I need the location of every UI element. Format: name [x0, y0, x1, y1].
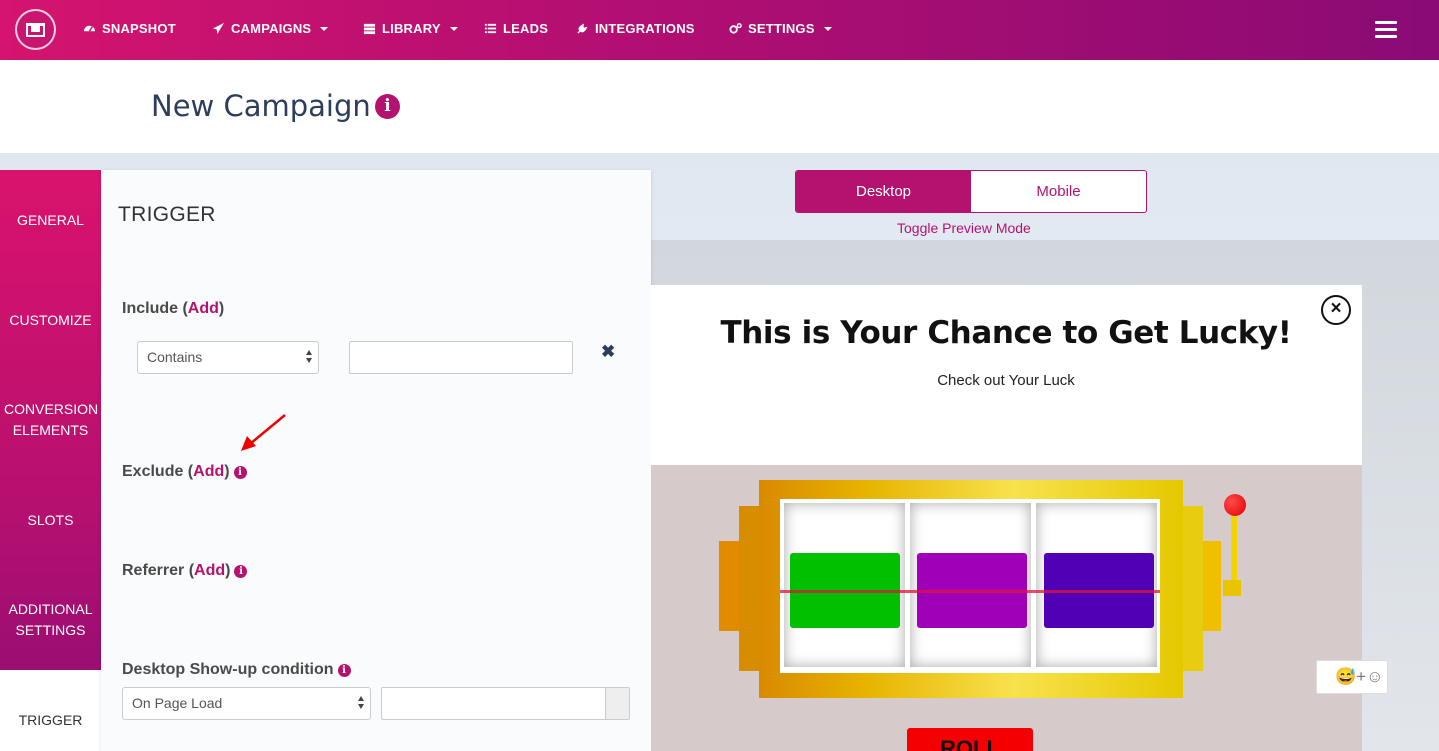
include-label: Include (Add) — [122, 300, 225, 317]
nav-settings[interactable]: SETTINGS — [729, 21, 832, 36]
nav-snapshot-label: SNAPSHOT — [102, 21, 176, 36]
slot-reel — [910, 503, 1031, 667]
popup-preview: × This is Your Chance to Get Lucky! Chec… — [651, 285, 1362, 751]
dashboard-icon — [83, 25, 96, 32]
include-url-input[interactable] — [349, 341, 573, 374]
plug-icon — [577, 23, 588, 34]
annotation-arrow-icon — [241, 414, 286, 451]
desktop-condition-label: Desktop Show-up condition i — [122, 661, 351, 679]
popup-subtitle: Check out Your Luck — [937, 372, 1075, 389]
slot-side-panel — [739, 506, 761, 671]
slot-lever-base — [1223, 580, 1241, 596]
info-icon[interactable]: i — [375, 94, 400, 119]
desktop-preview-button[interactable]: Desktop — [796, 171, 971, 212]
nav-leads-label: LEADS — [503, 21, 549, 36]
caret-down-icon — [320, 26, 329, 31]
lever-knob[interactable] — [1224, 494, 1246, 516]
slot-reels-window — [780, 499, 1160, 673]
select-arrows-icon — [306, 350, 313, 364]
paper-plane-icon — [212, 22, 225, 35]
slot-side-panel — [1181, 506, 1203, 671]
desktop-condition-label-text: Desktop Show-up condition — [122, 661, 334, 678]
toggle-preview-hint: Toggle Preview Mode — [897, 220, 1031, 236]
select-arrows-icon — [358, 696, 365, 710]
nav-leads[interactable]: LEADS — [484, 21, 548, 36]
include-label-text: Include — [122, 300, 179, 317]
info-icon[interactable]: i — [233, 466, 247, 479]
page-title: New Campaign — [151, 89, 371, 123]
slot-reel — [1036, 503, 1157, 667]
sidebar-item-trigger[interactable]: TRIGGER — [0, 670, 101, 751]
info-icon[interactable]: i — [337, 664, 351, 677]
emoji-reaction-icon[interactable]: 😅+☺ — [1316, 660, 1388, 694]
payline — [780, 590, 1160, 593]
include-add-link[interactable]: Add — [188, 300, 219, 317]
slot-reel — [784, 503, 905, 667]
top-navbar: SNAPSHOT CAMPAIGNS LIBRARY LEADS INTEGRA… — [0, 0, 1439, 60]
mobile-preview-button[interactable]: Mobile — [971, 171, 1146, 212]
nav-snapshot[interactable]: SNAPSHOT — [83, 21, 176, 36]
desktop-condition-select[interactable]: On Page Load — [122, 687, 371, 720]
include-match-select[interactable]: Contains — [137, 341, 319, 374]
referrer-label-text: Referrer — [122, 562, 185, 579]
include-match-value: Contains — [147, 349, 203, 365]
info-icon[interactable]: i — [234, 565, 248, 578]
roll-button[interactable]: ROLL — [907, 728, 1033, 751]
remove-rule-icon[interactable]: ✖ — [601, 342, 615, 362]
slot-machine-area: ROLL — [651, 465, 1362, 751]
sidebar-item-general[interactable]: GENERAL — [0, 210, 101, 231]
referrer-add-link[interactable]: Add — [194, 562, 225, 579]
nav-integrations-label: INTEGRATIONS — [595, 21, 695, 36]
popup-title: This is Your Chance to Get Lucky! — [720, 315, 1292, 351]
logo-icon[interactable] — [15, 9, 56, 50]
server-icon — [363, 23, 376, 35]
input-addon — [605, 688, 629, 719]
list-icon — [484, 23, 497, 34]
sidebar-item-slots[interactable]: SLOTS — [0, 510, 101, 531]
nav-integrations[interactable]: INTEGRATIONS — [576, 21, 695, 36]
caret-down-icon — [449, 26, 458, 31]
slot-machine-frame — [759, 480, 1183, 698]
nav-settings-label: SETTINGS — [748, 21, 815, 36]
preview-mode-toggle: Desktop Mobile — [795, 170, 1147, 213]
slot-side-panel — [1201, 541, 1221, 631]
campaign-sidebar: GENERAL CUSTOMIZE CONVERSION ELEMENTS SL… — [0, 170, 101, 751]
exclude-add-link[interactable]: Add — [193, 463, 224, 480]
nav-library-label: LIBRARY — [382, 21, 441, 36]
sidebar-item-additional-settings[interactable]: ADDITIONAL SETTINGS — [0, 599, 101, 641]
nav-campaigns-label: CAMPAIGNS — [231, 21, 312, 36]
desktop-condition-value: On Page Load — [132, 695, 223, 711]
exclude-label: Exclude (Add) i — [122, 463, 247, 481]
exclude-label-text: Exclude — [122, 463, 184, 480]
sidebar-item-conversion-elements[interactable]: CONVERSION ELEMENTS — [0, 399, 101, 441]
sidebar-item-customize[interactable]: CUSTOMIZE — [0, 310, 101, 331]
caret-down-icon — [823, 26, 832, 31]
gears-icon — [729, 23, 742, 34]
slot-side-panel — [719, 541, 741, 631]
desktop-condition-input[interactable] — [381, 687, 630, 720]
nav-library[interactable]: LIBRARY — [363, 21, 458, 36]
page-header: New Campaign i — [0, 60, 1439, 154]
referrer-label: Referrer (Add) i — [122, 562, 248, 580]
panel-title: TRIGGER — [118, 203, 216, 226]
trigger-panel: TRIGGER Include (Add) Contains ✖ Exclude… — [101, 170, 651, 751]
nav-campaigns[interactable]: CAMPAIGNS — [212, 21, 329, 36]
hamburger-icon[interactable] — [1375, 21, 1397, 40]
